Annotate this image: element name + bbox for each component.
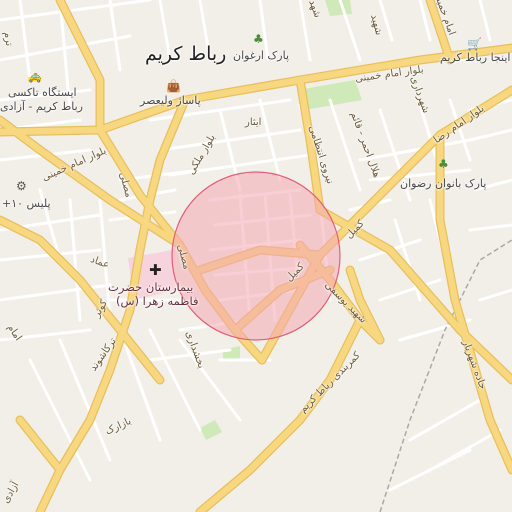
highlight-circle: [171, 171, 341, 341]
hospital-cross-icon[interactable]: ✚: [149, 263, 162, 278]
taxi-icon[interactable]: 🚕: [27, 70, 42, 82]
police-icon[interactable]: ⚙: [16, 180, 27, 192]
road-label-term: ترم: [1, 30, 15, 48]
bazar-valiasr-label[interactable]: پاساژ ولیعصر: [140, 95, 201, 106]
map-base-layer[interactable]: [0, 0, 512, 512]
police-label[interactable]: پلیس ۱۰+: [2, 198, 51, 209]
hospital-label-line1[interactable]: بیمارستان حضرت: [108, 280, 193, 294]
taxi-station-label-2[interactable]: رباط کریم - آزادی: [0, 101, 83, 112]
taxi-station-label[interactable]: ایستگاه تاکسی: [8, 87, 77, 98]
shopping-bag-icon[interactable]: 👜: [166, 80, 181, 92]
road-label-isar: ایثار: [245, 117, 262, 128]
inja-robat-karim-label[interactable]: اینجا رباط کریم: [440, 52, 510, 63]
city-label: رباط کریم: [145, 43, 227, 65]
map-view[interactable]: رباط کریم ♣ پارک ارغوان 👜 پاساژ ولیعصر 🛒…: [0, 0, 512, 512]
shopping-cart-icon[interactable]: 🛒: [467, 38, 482, 50]
tree-icon[interactable]: ♣: [253, 33, 264, 45]
hospital-label-line2[interactable]: فاطمه زهرا (س): [116, 294, 198, 308]
park-banovan-label[interactable]: پارک بانوان رضوان: [400, 178, 486, 189]
tree-icon[interactable]: ♣: [438, 158, 449, 170]
park-arghavan-label[interactable]: پارک ارغوان: [233, 50, 289, 61]
